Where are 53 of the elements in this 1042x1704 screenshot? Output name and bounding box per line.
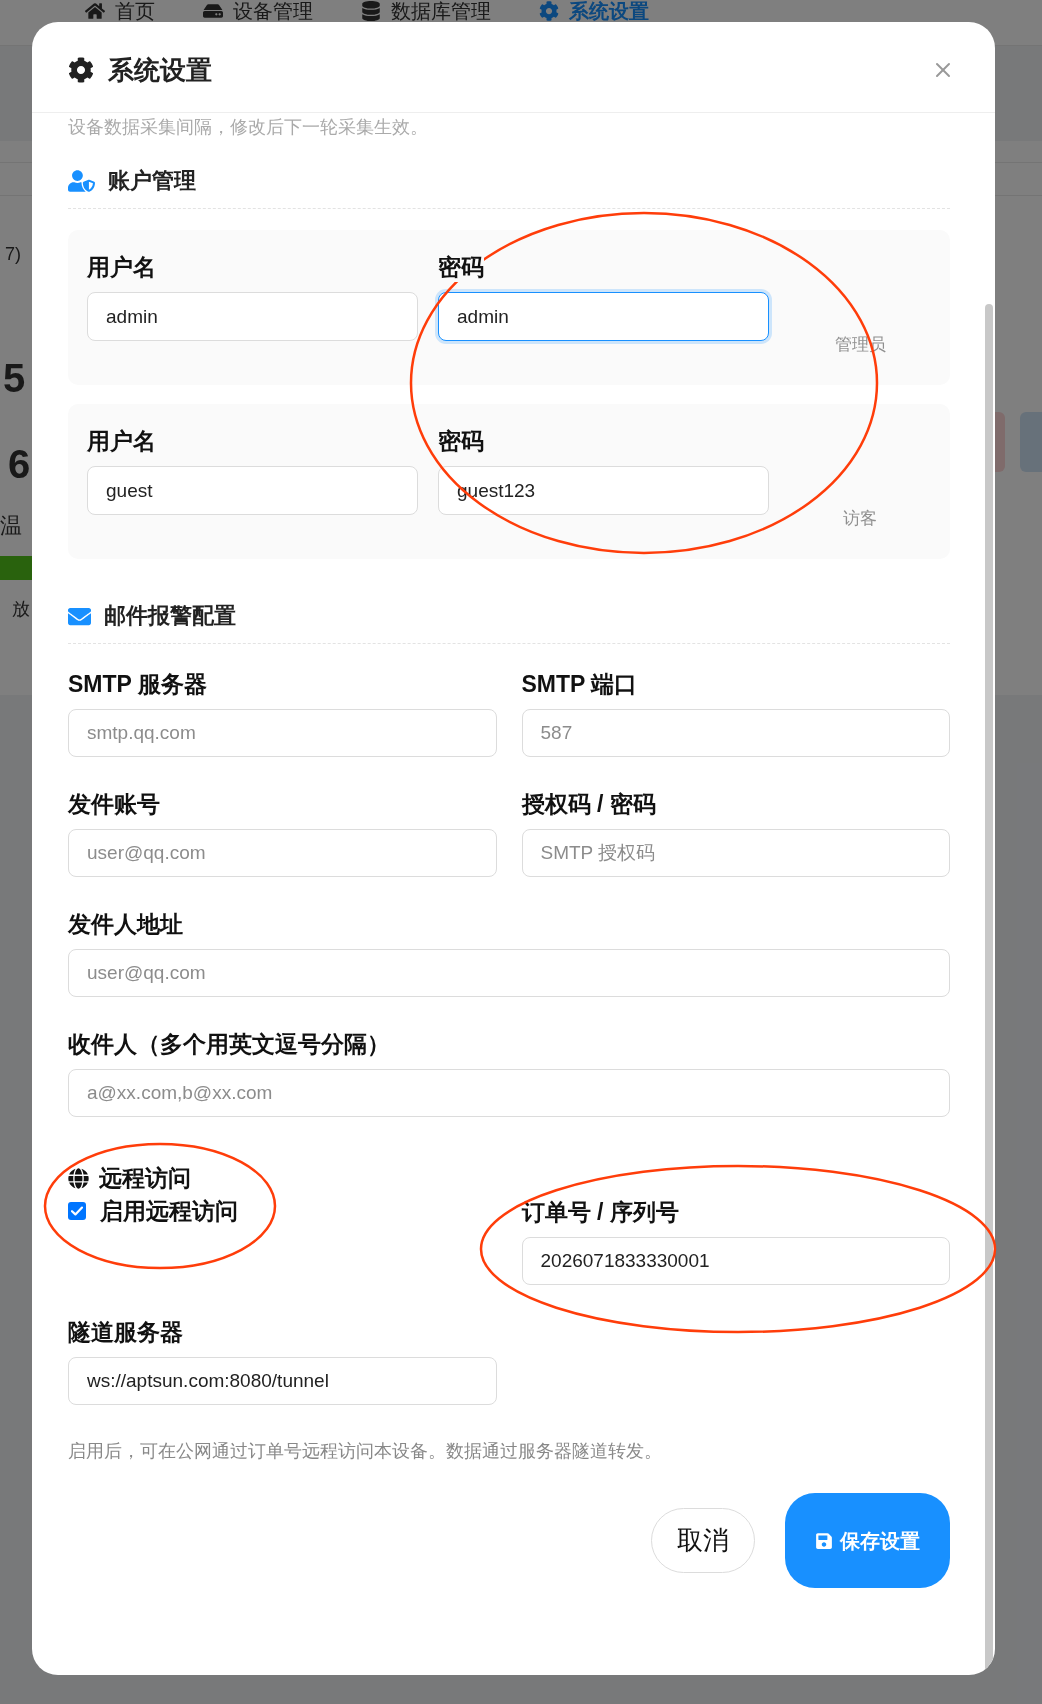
input-field[interactable]: 587 <box>521 709 950 757</box>
text-fragment: 放 <box>11 598 30 621</box>
input-field[interactable]: guest <box>87 466 418 515</box>
help-text: 设备数据采集间隔，修改后下一轮采集生效。 <box>68 116 429 139</box>
save-icon <box>815 1531 833 1550</box>
field-label: 授权码 / 密码 <box>521 790 657 819</box>
settings-icon <box>539 1 559 21</box>
input-field[interactable]: a@xx.com,b@xx.com <box>68 1069 950 1117</box>
input-field[interactable]: SMTP 授权码 <box>521 829 950 877</box>
hard-drive-icon <box>203 1 223 21</box>
bar-segment <box>0 556 32 580</box>
input-field[interactable]: ws://aptsun.com:8080/tunnel <box>68 1357 497 1405</box>
text-fragment: 5 <box>2 355 26 402</box>
card-edge <box>1020 412 1042 472</box>
input-field[interactable]: admin <box>438 292 769 341</box>
text-fragment: 7) <box>4 243 21 266</box>
card-edge <box>995 412 1005 472</box>
home-icon <box>85 1 105 21</box>
input-field[interactable]: user@qq.com <box>68 949 950 997</box>
field-label: 收件人（多个用英文逗号分隔） <box>68 1030 391 1059</box>
field-label: 用户名 <box>87 252 156 282</box>
user-shield-icon <box>68 170 95 192</box>
input-field[interactable]: 2026071833330001 <box>521 1237 950 1285</box>
field-label: 用户名 <box>87 426 156 456</box>
help-text: 启用后，可在公网通过订单号远程访问本设备。数据通过服务器隧道转发。 <box>68 1440 663 1463</box>
nav-tab[interactable]: 数据库管理 <box>361 1 491 21</box>
field-label: 密码 <box>438 426 484 456</box>
field-label: SMTP 服务器 <box>68 670 208 699</box>
input-field[interactable]: admin <box>87 292 418 341</box>
input-field[interactable]: user@qq.com <box>68 829 497 877</box>
checkmark-icon <box>71 1206 83 1216</box>
field-label: 密码 <box>438 252 484 282</box>
text-fragment: 温 <box>0 512 22 540</box>
database-icon <box>361 1 381 21</box>
globe-icon <box>68 1167 89 1189</box>
role-label: 访客 <box>843 508 877 530</box>
input-field[interactable]: smtp.qq.com <box>68 709 497 757</box>
dialog-title: 系统设置 <box>108 54 212 87</box>
field-label: 发件人地址 <box>68 910 184 939</box>
section-title: 邮件报警配置 <box>104 602 236 630</box>
field-label: SMTP 端口 <box>521 670 639 699</box>
section-title: 账户管理 <box>108 167 196 195</box>
checkbox-label: 启用远程访问 <box>100 1197 238 1226</box>
cancel-button[interactable]: 取消 <box>651 1508 755 1573</box>
checkbox[interactable] <box>68 1202 86 1220</box>
field-label: 隧道服务器 <box>68 1318 184 1347</box>
field-label: 发件账号 <box>68 790 161 819</box>
field-label: 订单号 / 序列号 <box>521 1198 680 1227</box>
settings-icon <box>68 57 94 83</box>
nav-tab[interactable]: 首页 <box>85 1 155 21</box>
nav-tab[interactable]: 设备管理 <box>203 1 313 21</box>
group-title: 远程访问 <box>99 1164 191 1193</box>
text-fragment: 6 <box>7 441 31 488</box>
